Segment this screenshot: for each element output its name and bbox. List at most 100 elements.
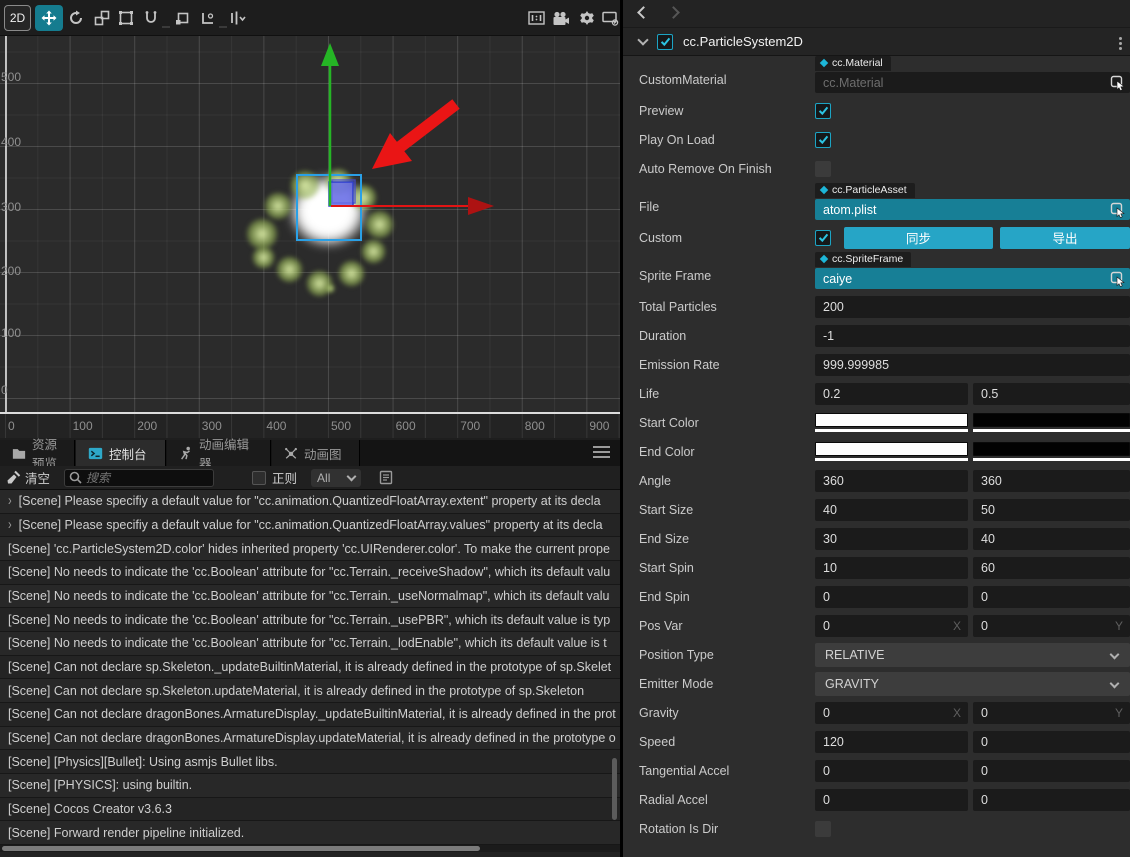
life-input-1[interactable]: 0.2 <box>815 382 968 405</box>
tangential-accel-input-2[interactable]: 0 <box>973 759 1130 782</box>
log-row[interactable]: › [Scene] Please specifiy a default value… <box>0 513 620 538</box>
gizmo-x-axis-arrowhead[interactable] <box>468 197 494 215</box>
duration-input[interactable]: -1 <box>815 324 1130 347</box>
regex-checkbox[interactable] <box>252 470 267 485</box>
gizmo-y-axis-arrowhead[interactable] <box>321 43 339 66</box>
start-color-swatch-1[interactable] <box>815 413 968 432</box>
console-tab-1[interactable]: 资源预览 <box>0 438 75 471</box>
log-row[interactable]: [Scene] No needs to indicate the 'cc.Boo… <box>0 560 620 585</box>
start-spin-input-1[interactable]: 10 <box>815 556 968 579</box>
log-row[interactable]: › [Scene] Please specifiy a default value… <box>0 490 620 514</box>
scale-tool-button[interactable] <box>90 5 114 31</box>
component-header[interactable]: cc.ParticleSystem2D <box>623 28 1130 56</box>
snap-corner-tool-button[interactable] <box>170 5 194 31</box>
-button[interactable]: 同步 <box>844 226 993 249</box>
end-color-swatch-2[interactable] <box>973 442 1130 461</box>
end-size-input-1[interactable]: 30 <box>815 527 968 550</box>
forward-arrow-icon[interactable] <box>667 6 680 19</box>
scene-camera-button[interactable] <box>549 5 573 31</box>
rotate-tool-button[interactable] <box>64 5 88 31</box>
log-row[interactable]: [Scene] 'cc.ParticleSystem2D.color' hide… <box>0 537 620 561</box>
hamburger-menu-icon[interactable] <box>593 446 610 459</box>
log-message: [Scene] No needs to indicate the 'cc.Boo… <box>8 588 610 603</box>
log-row[interactable]: [Scene] Can not declare dragonBones.Arma… <box>0 726 620 751</box>
emission-rate-input[interactable]: 999.999985 <box>815 353 1130 376</box>
field-value: 0 <box>981 792 988 807</box>
emitter-mode-select[interactable]: GRAVITY <box>815 671 1130 696</box>
horizontal-scrollbar-thumb[interactable] <box>2 846 480 851</box>
expand-chevron-icon[interactable]: › <box>8 494 12 510</box>
pos-var-y-input[interactable]: 0Y <box>973 614 1130 637</box>
preview-checkbox[interactable] <box>815 102 831 119</box>
file-asset-field[interactable]: atom.plist <box>815 199 1130 220</box>
end-spin-input-2[interactable]: 0 <box>973 585 1130 608</box>
log-row[interactable]: [Scene] No needs to indicate the 'cc.Boo… <box>0 608 620 632</box>
vertical-scrollbar-thumb[interactable] <box>612 758 617 820</box>
clear-console-button[interactable]: 清空 <box>6 468 50 487</box>
life-input-2[interactable]: 0.5 <box>973 382 1130 405</box>
start-color-swatch-2[interactable] <box>973 413 1130 432</box>
asset-picker-icon[interactable] <box>1110 202 1126 218</box>
kebab-menu-icon[interactable] <box>1119 37 1122 40</box>
log-row[interactable]: [Scene] No needs to indicate the 'cc.Boo… <box>0 631 620 656</box>
rotation-is-dir-checkbox[interactable] <box>815 820 831 837</box>
display-export-button[interactable] <box>598 5 622 31</box>
log-row[interactable]: [Scene] No needs to indicate the 'cc.Boo… <box>0 584 620 609</box>
end-size-input-2[interactable]: 40 <box>973 527 1130 550</box>
component-enabled-checkbox[interactable] <box>657 33 673 50</box>
gizmo-settings-button[interactable] <box>225 5 251 31</box>
uniform-transform-tool-button[interactable] <box>139 5 163 31</box>
log-row[interactable]: [Scene] Can not declare dragonBones.Arma… <box>0 702 620 727</box>
scene-settings-button[interactable] <box>575 5 599 31</box>
start-spin-input-2[interactable]: 60 <box>973 556 1130 579</box>
log-row[interactable]: [Scene] [Physics][Bullet]: Using asmjs B… <box>0 750 620 774</box>
snap-angle-tool-button[interactable] <box>195 5 219 31</box>
angle-input-1[interactable]: 360 <box>815 469 968 492</box>
position-type-select[interactable]: RELATIVE <box>815 642 1130 667</box>
log-row[interactable]: [Scene] [PHYSICS]: using builtin. <box>0 773 620 798</box>
play-on-load-checkbox[interactable] <box>815 131 831 148</box>
console-tab-4[interactable]: 动画图 <box>272 440 360 466</box>
2d-mode-button[interactable]: 2D <box>4 5 31 31</box>
aspect-ratio-button[interactable] <box>524 5 548 31</box>
asset-picker-icon[interactable] <box>1110 75 1126 91</box>
log-row[interactable]: [Scene] Can not declare sp.Skeleton.upda… <box>0 679 620 703</box>
start-size-input-2[interactable]: 50 <box>973 498 1130 521</box>
radial-accel-input-2[interactable]: 0 <box>973 788 1130 811</box>
total-particles-input[interactable]: 200 <box>815 295 1130 318</box>
search-input[interactable] <box>86 470 205 485</box>
tangential-accel-input-1[interactable]: 0 <box>815 759 968 782</box>
end-color-swatch-1[interactable] <box>815 442 968 461</box>
custommaterial-asset-field[interactable]: cc.Material <box>815 72 1130 93</box>
expand-chevron-icon[interactable]: › <box>8 517 12 533</box>
console-tab-3[interactable]: 动画编辑器 <box>167 438 271 471</box>
gravity-y-input[interactable]: 0Y <box>973 701 1130 724</box>
sprite-frame-asset-field[interactable]: caiye <box>815 268 1130 289</box>
pos-var-x-input[interactable]: 0X <box>815 614 968 637</box>
log-row[interactable]: [Scene] Can not declare sp.Skeleton._upd… <box>0 655 620 680</box>
start-size-input-1[interactable]: 40 <box>815 498 968 521</box>
radial-accel-input-1[interactable]: 0 <box>815 788 968 811</box>
console-tab-2[interactable]: 控制台 <box>76 440 166 466</box>
angle-input-2[interactable]: 360 <box>973 469 1130 492</box>
-button[interactable]: 导出 <box>1000 226 1130 249</box>
horizontal-scrollbar[interactable] <box>0 845 620 852</box>
auto-remove-on-finish-checkbox[interactable] <box>815 160 831 177</box>
gravity-x-input[interactable]: 0X <box>815 701 968 724</box>
console-search-box[interactable] <box>64 468 215 487</box>
custom-checkbox[interactable] <box>815 229 831 246</box>
scene-viewport[interactable]: 500 400 300 200 100 0 <box>0 36 620 412</box>
rect-tool-button[interactable] <box>114 5 138 31</box>
log-level-select[interactable]: All <box>311 468 362 487</box>
asset-picker-icon[interactable] <box>1110 271 1126 287</box>
speed-input-1[interactable]: 120 <box>815 730 968 753</box>
speed-input-2[interactable]: 0 <box>973 730 1130 753</box>
log-row[interactable]: [Scene] Cocos Creator v3.6.3 <box>0 797 620 822</box>
collapse-chevron-icon[interactable] <box>637 34 649 46</box>
back-arrow-icon[interactable] <box>637 6 650 19</box>
log-row[interactable]: [Scene] Forward render pipeline initiali… <box>0 821 620 845</box>
log-detail-icon[interactable] <box>379 470 393 485</box>
end-spin-input-1[interactable]: 0 <box>815 585 968 608</box>
property-label: End Size <box>639 531 690 546</box>
move-tool-button[interactable] <box>35 5 63 31</box>
